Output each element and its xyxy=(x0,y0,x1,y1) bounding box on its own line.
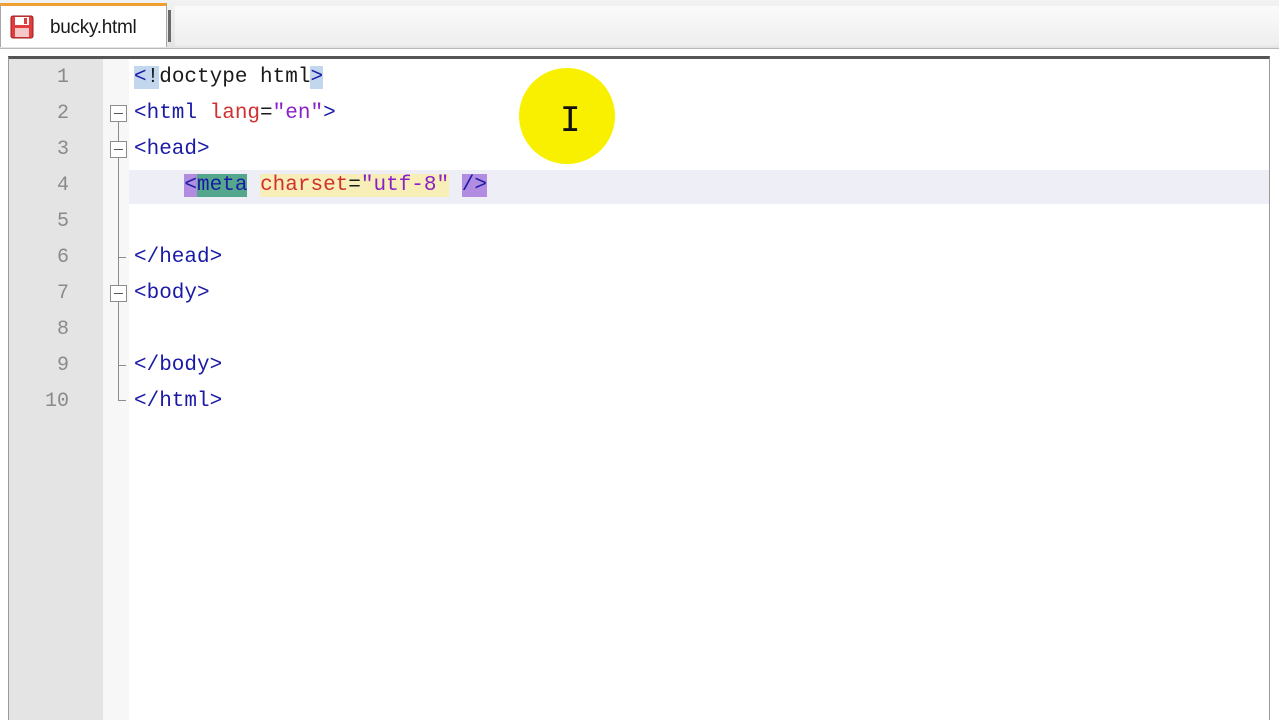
save-disk-icon xyxy=(10,15,34,39)
charset-value: "utf-8" xyxy=(360,174,450,197)
lang-attribute: lang xyxy=(209,102,261,125)
line-number: 4 xyxy=(56,174,69,197)
line-number: 2 xyxy=(56,102,69,125)
html-open-tag: <html xyxy=(134,102,198,125)
code-line-7: <body> xyxy=(134,276,210,312)
doctype-bang: ! xyxy=(146,66,160,89)
charset-attribute: charset xyxy=(260,174,349,197)
fold-line xyxy=(118,302,119,400)
tab-bar: bucky.html xyxy=(0,0,1279,49)
code-line-3: <head> xyxy=(134,132,210,168)
doctype-open: < xyxy=(134,66,147,89)
line-number: 9 xyxy=(56,354,69,377)
code-line-10: </html> xyxy=(134,384,222,420)
body-close-tag: </body> xyxy=(134,354,223,377)
meta-open-bracket: < xyxy=(184,174,198,197)
meta-self-close: /> xyxy=(461,174,487,197)
line-number: 1 xyxy=(56,66,69,89)
equals-sign: = xyxy=(260,102,273,125)
code-line-4: <meta charset="utf-8" /> xyxy=(134,168,487,204)
equals-sign: = xyxy=(348,174,361,197)
meta-tag-name: meta xyxy=(197,174,248,197)
head-close-tag: </head> xyxy=(134,246,223,269)
line-number: 6 xyxy=(56,246,69,269)
fold-end-body xyxy=(118,365,126,366)
html-close-tag: </html> xyxy=(134,390,223,413)
fold-toggle-head[interactable] xyxy=(110,141,127,158)
head-open-tag: <head> xyxy=(134,138,210,161)
fold-end-html xyxy=(118,400,126,401)
code-line-6: </head> xyxy=(134,240,222,276)
code-line-1: <!doctype html> xyxy=(134,60,324,96)
html-tag-close: > xyxy=(323,102,336,125)
code-editor[interactable]: 1 2 3 4 5 6 7 8 9 10 <!doctype html> <ht… xyxy=(8,56,1270,720)
line-number: 8 xyxy=(56,318,69,341)
line-number: 3 xyxy=(56,138,69,161)
tab-divider xyxy=(168,10,171,42)
code-line-9: </body> xyxy=(134,348,222,384)
tab-strip-empty xyxy=(175,6,1279,46)
body-open-tag: <body> xyxy=(134,282,210,305)
fold-line xyxy=(118,122,119,141)
line-number: 5 xyxy=(56,210,69,233)
doctype-close: > xyxy=(310,66,324,89)
lang-value: "en" xyxy=(272,102,324,125)
doctype-text: doctype html xyxy=(159,66,311,89)
fold-end-head xyxy=(118,257,126,258)
fold-toggle-body[interactable] xyxy=(110,285,127,302)
code-line-2: <html lang="en"> xyxy=(134,96,336,132)
fold-margin[interactable] xyxy=(103,59,129,720)
tab-label: bucky.html xyxy=(50,17,137,38)
fold-toggle-html[interactable] xyxy=(110,105,127,122)
line-number: 7 xyxy=(56,282,69,305)
line-number: 10 xyxy=(44,390,69,413)
tab-bucky-html[interactable]: bucky.html xyxy=(0,3,167,47)
text-cursor-icon: I xyxy=(560,100,581,140)
